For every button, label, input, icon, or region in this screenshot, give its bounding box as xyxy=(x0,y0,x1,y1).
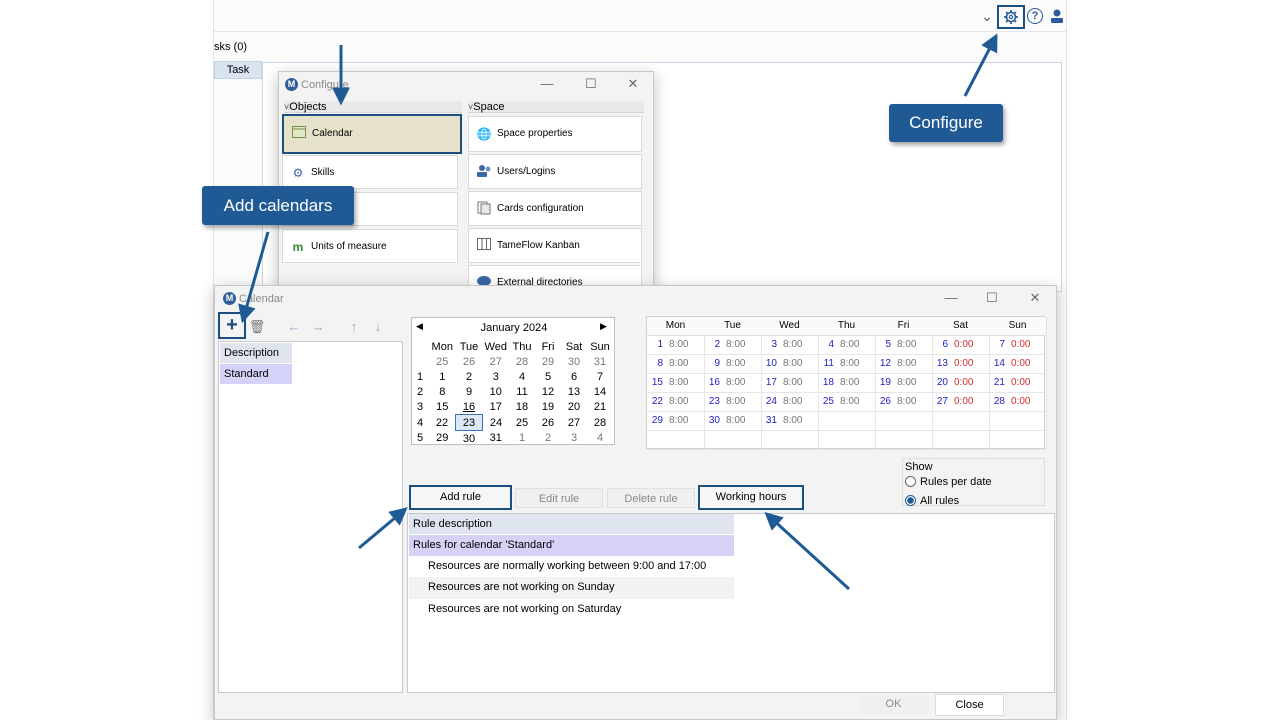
arrow-to-working-hours xyxy=(764,511,851,591)
arrow-to-add-button xyxy=(238,231,270,324)
callout-arrows xyxy=(238,33,998,591)
arrow-to-add-rule xyxy=(358,507,408,550)
arrow-to-settings xyxy=(963,33,998,97)
